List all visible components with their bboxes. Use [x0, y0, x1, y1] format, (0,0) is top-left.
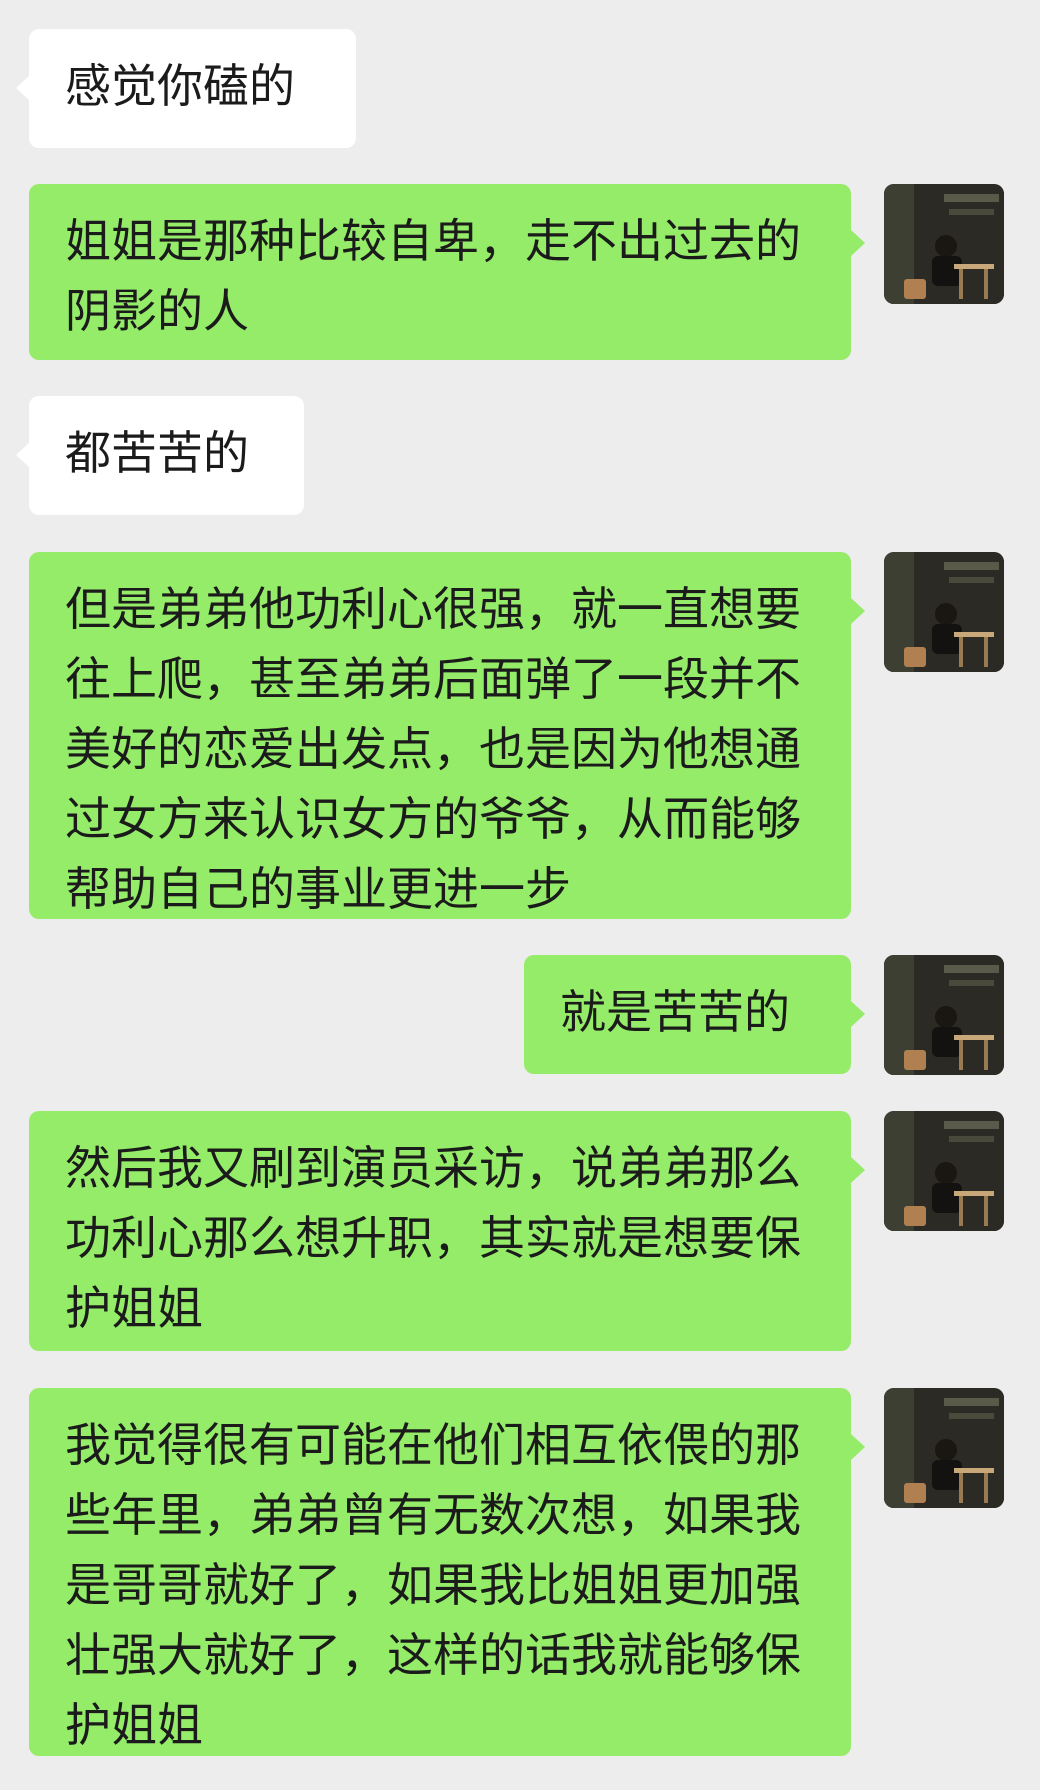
user-avatar[interactable]: [884, 1388, 1004, 1508]
user-avatar[interactable]: [884, 955, 1004, 1075]
bubble-tail: [851, 230, 865, 256]
avatar-photo-icon: [884, 1388, 1004, 1508]
message-bubble-outgoing[interactable]: 我觉得很有可能在他们相互依偎的那些年里，弟弟曾有无数次想，如果我是哥哥就好了，如…: [29, 1388, 865, 1756]
bubble-tail: [851, 598, 865, 624]
message-bubble-outgoing[interactable]: 姐姐是那种比较自卑，走不出过去的阴影的人: [29, 184, 865, 360]
user-avatar[interactable]: [884, 552, 1004, 672]
avatar-photo-icon: [884, 184, 1004, 304]
bubble-tail: [16, 75, 30, 101]
avatar-photo-icon: [884, 955, 1004, 1075]
user-avatar[interactable]: [884, 184, 1004, 304]
message-text: 我觉得很有可能在他们相互依偎的那些年里，弟弟曾有无数次想，如果我是哥哥就好了，如…: [65, 1418, 801, 1752]
message-text: 但是弟弟他功利心很强，就一直想要往上爬，甚至弟弟后面弹了一段并不美好的恋爱出发点…: [65, 582, 801, 916]
message-text: 感觉你磕的: [65, 59, 295, 113]
message-bubble-outgoing[interactable]: 就是苦苦的: [524, 955, 865, 1074]
bubble-tail: [16, 442, 30, 468]
bubble-tail: [851, 1001, 865, 1027]
message-bubble-outgoing[interactable]: 但是弟弟他功利心很强，就一直想要往上爬，甚至弟弟后面弹了一段并不美好的恋爱出发点…: [29, 552, 865, 919]
message-bubble-incoming[interactable]: 感觉你磕的: [16, 29, 356, 148]
avatar-photo-icon: [884, 1111, 1004, 1231]
message-bubble-incoming[interactable]: 都苦苦的: [16, 396, 304, 515]
message-text: 姐姐是那种比较自卑，走不出过去的阴影的人: [65, 214, 801, 338]
avatar-photo-icon: [884, 552, 1004, 672]
message-text: 然后我又刷到演员采访，说弟弟那么功利心那么想升职，其实就是想要保护姐姐: [65, 1141, 801, 1335]
user-avatar[interactable]: [884, 1111, 1004, 1231]
message-text: 都苦苦的: [65, 426, 249, 480]
bubble-tail: [851, 1434, 865, 1460]
message-bubble-outgoing[interactable]: 然后我又刷到演员采访，说弟弟那么功利心那么想升职，其实就是想要保护姐姐: [29, 1111, 865, 1351]
bubble-tail: [851, 1157, 865, 1183]
message-text: 就是苦苦的: [560, 985, 790, 1039]
